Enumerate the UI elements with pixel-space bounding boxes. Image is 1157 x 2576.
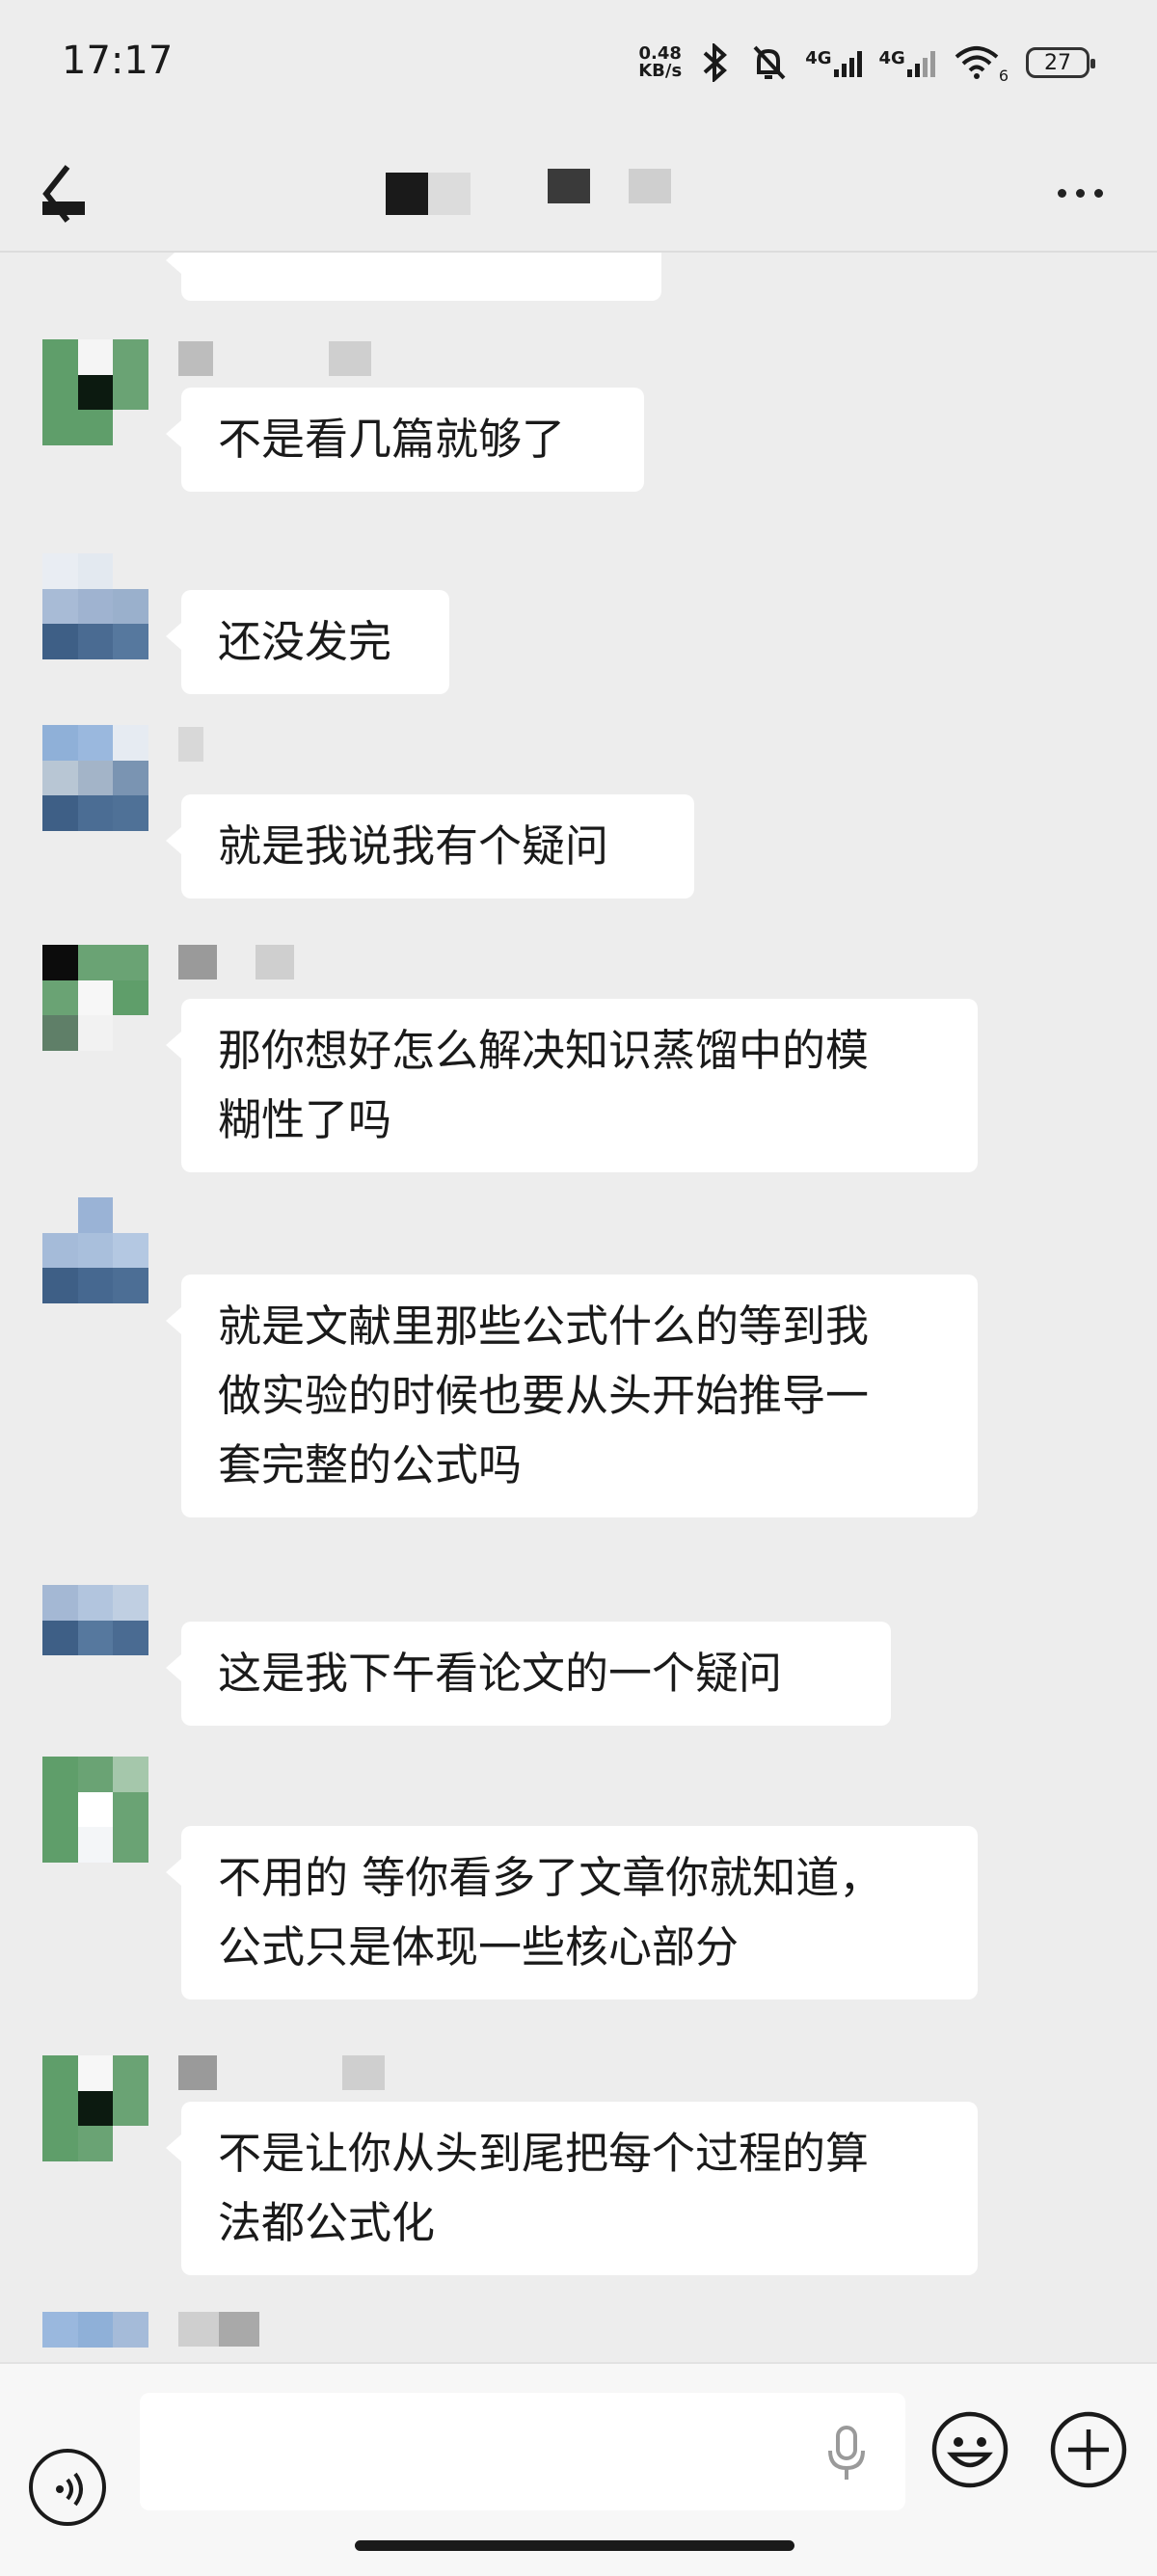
chat-header — [0, 130, 1157, 253]
home-indicator[interactable] — [355, 2540, 794, 2551]
sim2-label: 4G — [878, 48, 905, 68]
message-bubble[interactable]: 就是我说我有个疑问 — [166, 794, 694, 899]
avatar[interactable] — [42, 553, 148, 659]
mute-bell-icon — [753, 45, 786, 80]
more-options-button[interactable] — [1041, 159, 1118, 227]
avatar[interactable] — [42, 725, 148, 831]
input-bar — [0, 2362, 1157, 2576]
plus-icon[interactable] — [1049, 2410, 1128, 2489]
message-bubble[interactable]: 这是我下午看论文的一个疑问 — [166, 1622, 891, 1726]
microphone-icon[interactable] — [824, 2424, 869, 2482]
message-bubble-partial[interactable] — [166, 253, 661, 301]
sender-name-redacted — [178, 727, 203, 765]
network-speed-unit: KB/s — [638, 61, 683, 81]
avatar[interactable] — [42, 2055, 148, 2161]
sender-name-redacted — [178, 2055, 385, 2094]
sender-name-redacted — [178, 341, 371, 380]
battery-icon: 27 — [1026, 47, 1095, 78]
status-icons: 0.48 KB/s 4G 4G 6 27 — [638, 39, 1095, 87]
message-bubble[interactable]: 不是看几篇就够了 — [166, 388, 644, 492]
avatar[interactable] — [42, 1585, 148, 1691]
back-arrow-icon[interactable] — [39, 159, 96, 227]
message-list[interactable]: 不是看几篇就够了 还没发完 就是我说我有个疑问 那你想好怎么解决知识蒸馏中的模 … — [0, 253, 1157, 2362]
status-time: 17:17 — [62, 39, 174, 83]
signal-icon-2: 4G — [879, 48, 935, 77]
message-input[interactable] — [140, 2393, 905, 2510]
bluetooth-icon — [703, 43, 728, 82]
emoji-icon[interactable] — [930, 2410, 1009, 2489]
sender-name-redacted — [178, 945, 294, 983]
wifi-badge: 6 — [998, 66, 1009, 85]
signal-icon: 4G — [805, 48, 862, 77]
status-bar: 17:17 0.48 KB/s 4G 4G 6 27 — [0, 0, 1157, 130]
battery-level: 27 — [1044, 50, 1071, 75]
sender-name-redacted — [178, 2312, 259, 2350]
chat-title-redacted — [386, 169, 671, 215]
avatar[interactable] — [42, 945, 148, 1051]
message-bubble[interactable]: 还没发完 — [166, 590, 449, 694]
wifi-icon — [955, 46, 999, 79]
message-bubble[interactable]: 那你想好怎么解决知识蒸馏中的模 糊性了吗 — [166, 999, 978, 1172]
message-bubble[interactable]: 不用的 等你看多了文章你就知道， 公式只是体现一些核心部分 — [166, 1826, 978, 1999]
message-bubble[interactable]: 不是让你从头到尾把每个过程的算 法都公式化 — [166, 2102, 978, 2275]
avatar[interactable] — [42, 1197, 148, 1303]
network-speed: 0.48 KB/s — [638, 45, 682, 80]
voice-toggle-button[interactable] — [29, 2449, 106, 2526]
avatar[interactable] — [42, 1757, 148, 1863]
more-dots-icon — [1057, 188, 1066, 198]
sim1-label: 4G — [805, 48, 832, 68]
voice-icon — [56, 2472, 83, 2507]
avatar[interactable] — [42, 339, 148, 445]
avatar[interactable] — [42, 2312, 148, 2362]
message-bubble[interactable]: 就是文献里那些公式什么的等到我 做实验的时候也要从头开始推导一 套完整的公式吗 — [166, 1275, 978, 1517]
